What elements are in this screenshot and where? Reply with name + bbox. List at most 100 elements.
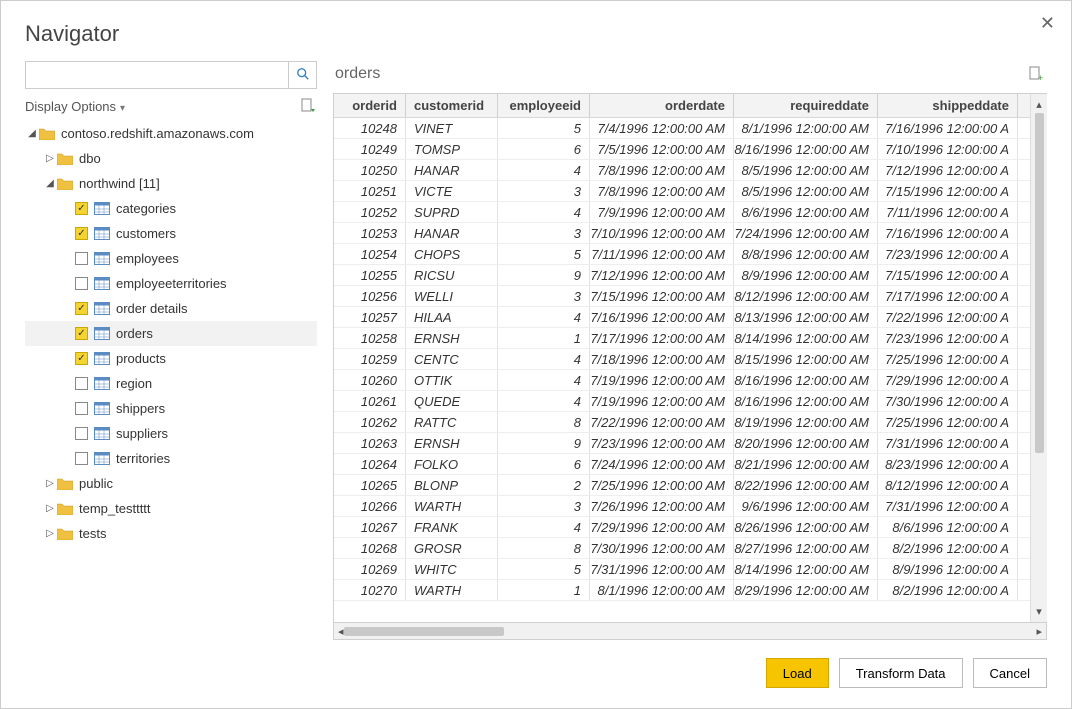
collapse-icon[interactable]: ◢ (43, 178, 57, 189)
column-header[interactable]: employeeid (498, 94, 590, 117)
server-label: contoso.redshift.amazonaws.com (61, 126, 254, 141)
table-row[interactable]: 10261QUEDE47/19/1996 12:00:00 AM8/16/199… (334, 391, 1030, 412)
expand-icon[interactable]: ▷ (43, 153, 57, 164)
table-row[interactable]: 10258ERNSH17/17/1996 12:00:00 AM8/14/199… (334, 328, 1030, 349)
table-row[interactable]: 10263ERNSH97/23/1996 12:00:00 AM8/20/199… (334, 433, 1030, 454)
tree-node[interactable]: ▷tests (25, 521, 317, 546)
tree-node[interactable]: customers (25, 221, 317, 246)
column-header[interactable]: customerid (406, 94, 498, 117)
scroll-thumb[interactable] (1035, 113, 1044, 453)
tree-node[interactable]: order details (25, 296, 317, 321)
checkbox[interactable] (75, 252, 88, 265)
table-row[interactable]: 10252SUPRD47/9/1996 12:00:00 AM8/6/1996 … (334, 202, 1030, 223)
table-row[interactable]: 10262RATTC87/22/1996 12:00:00 AM8/19/199… (334, 412, 1030, 433)
scroll-track[interactable] (1035, 111, 1044, 605)
scroll-thumb-h[interactable] (344, 627, 504, 636)
table-row[interactable]: 10265BLONP27/25/1996 12:00:00 AM8/22/199… (334, 475, 1030, 496)
table-row[interactable]: 10268GROSR87/30/1996 12:00:00 AM8/27/199… (334, 538, 1030, 559)
column-header[interactable]: shippeddate (878, 94, 1018, 117)
table-label: employeeterritories (116, 276, 227, 291)
table-label: region (116, 376, 152, 391)
checkbox[interactable] (75, 302, 88, 315)
column-header[interactable]: orderid (334, 94, 406, 117)
table-row[interactable]: 10250HANAR47/8/1996 12:00:00 AM8/5/1996 … (334, 160, 1030, 181)
table-cell: 6 (498, 139, 590, 159)
checkbox[interactable] (75, 452, 88, 465)
close-button[interactable]: ✕ (1040, 13, 1055, 34)
table-row[interactable]: 10267FRANK47/29/1996 12:00:00 AM8/26/199… (334, 517, 1030, 538)
table-cell: 10261 (334, 391, 406, 411)
table-row[interactable]: 10269WHITC57/31/1996 12:00:00 AM8/14/199… (334, 559, 1030, 580)
cancel-button[interactable]: Cancel (973, 658, 1047, 688)
checkbox[interactable] (75, 427, 88, 440)
add-column-icon[interactable]: + (1027, 65, 1045, 83)
tree-node[interactable]: shippers (25, 396, 317, 421)
checkbox[interactable] (75, 352, 88, 365)
expand-icon[interactable]: ▷ (43, 528, 57, 539)
tree-node[interactable]: ▷dbo (25, 146, 317, 171)
table-cell: 7/9/1996 12:00:00 AM (590, 202, 734, 222)
tree-node[interactable]: region (25, 371, 317, 396)
refresh-icon[interactable] (299, 97, 317, 115)
horizontal-scrollbar[interactable]: ◂ ▸ (333, 623, 1047, 640)
expand-icon[interactable]: ▷ (43, 503, 57, 514)
display-options-dropdown[interactable]: Display Options (25, 99, 125, 114)
table-row[interactable]: 10264FOLKO67/24/1996 12:00:00 AM8/21/199… (334, 454, 1030, 475)
scroll-up-icon[interactable]: ▴ (1036, 98, 1042, 111)
tree-node[interactable]: ◢ contoso.redshift.amazonaws.com (25, 121, 317, 146)
scroll-right-icon[interactable]: ▸ (1036, 625, 1042, 638)
table-cell: 10253 (334, 223, 406, 243)
vertical-scrollbar[interactable]: ▴ ▾ (1030, 94, 1047, 622)
expand-icon[interactable]: ▷ (43, 478, 57, 489)
table-cell: 7/24/1996 12:00:00 AM (590, 454, 734, 474)
tree-node[interactable]: employeeterritories (25, 271, 317, 296)
folder-icon (57, 177, 73, 190)
table-cell: RATTC (406, 412, 498, 432)
tree-node[interactable]: ▷public (25, 471, 317, 496)
tree-node[interactable]: employees (25, 246, 317, 271)
tree-node[interactable]: orders (25, 321, 317, 346)
table-row[interactable]: 10266WARTH37/26/1996 12:00:00 AM9/6/1996… (334, 496, 1030, 517)
table-row[interactable]: 10256WELLI37/15/1996 12:00:00 AM8/12/199… (334, 286, 1030, 307)
table-cell: 7/17/1996 12:00:00 A (878, 286, 1018, 306)
tree-node[interactable]: products (25, 346, 317, 371)
checkbox[interactable] (75, 377, 88, 390)
tree-node[interactable]: ◢northwind [11] (25, 171, 317, 196)
transform-data-button[interactable]: Transform Data (839, 658, 963, 688)
table-cell: 8/16/1996 12:00:00 AM (734, 139, 878, 159)
table-row[interactable]: 10254CHOPS57/11/1996 12:00:00 AM8/8/1996… (334, 244, 1030, 265)
scroll-down-icon[interactable]: ▾ (1036, 605, 1042, 618)
table-row[interactable]: 10270WARTH18/1/1996 12:00:00 AM8/29/1996… (334, 580, 1030, 601)
collapse-icon[interactable]: ◢ (25, 128, 39, 139)
checkbox[interactable] (75, 277, 88, 290)
tree-node[interactable]: territories (25, 446, 317, 471)
scroll-left-icon[interactable]: ◂ (338, 625, 344, 638)
tree-node[interactable]: suppliers (25, 421, 317, 446)
table-row[interactable]: 10260OTTIK47/19/1996 12:00:00 AM8/16/199… (334, 370, 1030, 391)
table-row[interactable]: 10259CENTC47/18/1996 12:00:00 AM8/15/199… (334, 349, 1030, 370)
table-row[interactable]: 10253HANAR37/10/1996 12:00:00 AM7/24/199… (334, 223, 1030, 244)
checkbox[interactable] (75, 202, 88, 215)
table-row[interactable]: 10255RICSU97/12/1996 12:00:00 AM8/9/1996… (334, 265, 1030, 286)
checkbox[interactable] (75, 227, 88, 240)
table-row[interactable]: 10249TOMSP67/5/1996 12:00:00 AM8/16/1996… (334, 139, 1030, 160)
table-cell: 10248 (334, 118, 406, 138)
table-row[interactable]: 10248VINET57/4/1996 12:00:00 AM8/1/1996 … (334, 118, 1030, 139)
table-cell: 7/25/1996 12:00:00 A (878, 349, 1018, 369)
tree-node[interactable]: categories (25, 196, 317, 221)
table-cell: 8/19/1996 12:00:00 AM (734, 412, 878, 432)
column-header[interactable]: orderdate (590, 94, 734, 117)
load-button[interactable]: Load (766, 658, 829, 688)
table-row[interactable]: 10251VICTE37/8/1996 12:00:00 AM8/5/1996 … (334, 181, 1030, 202)
table-row[interactable]: 10257HILAA47/16/1996 12:00:00 AM8/13/199… (334, 307, 1030, 328)
search-input[interactable] (26, 62, 288, 88)
table-cell: 7/16/1996 12:00:00 AM (590, 307, 734, 327)
table-icon (94, 227, 110, 240)
column-header[interactable]: requireddate (734, 94, 878, 117)
tree-node[interactable]: ▷temp_testtttt (25, 496, 317, 521)
checkbox[interactable] (75, 402, 88, 415)
checkbox[interactable] (75, 327, 88, 340)
navigation-tree[interactable]: ◢ contoso.redshift.amazonaws.com ▷dbo◢nort… (25, 121, 317, 640)
table-icon (94, 352, 110, 365)
search-button[interactable] (288, 62, 316, 88)
